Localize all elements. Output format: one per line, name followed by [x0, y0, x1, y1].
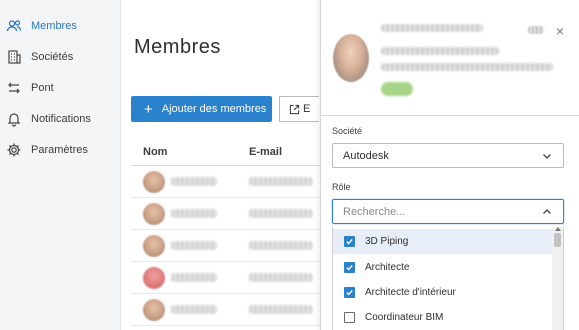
redacted-email	[249, 273, 313, 282]
redacted-member-name	[381, 24, 483, 32]
table-row[interactable]	[131, 198, 321, 230]
sidebar-item-membres[interactable]: Membres	[0, 13, 121, 39]
scrollbar-thumb[interactable]	[554, 233, 561, 247]
redacted-name	[171, 177, 217, 186]
building-icon	[5, 48, 23, 66]
redacted-member-email	[381, 63, 553, 71]
plus-icon: +	[144, 100, 153, 118]
sidebar-item-label: Notifications	[31, 113, 91, 125]
checkbox-checked-icon[interactable]	[344, 287, 355, 298]
add-members-label: Ajouter des membres	[161, 103, 267, 115]
sidebar-item-pont[interactable]: Pont	[0, 75, 121, 101]
role-option-architecte[interactable]: Architecte	[333, 255, 553, 280]
table-row[interactable]	[131, 262, 321, 294]
avatar	[143, 267, 165, 289]
page-title: Membres	[134, 36, 221, 58]
role-option-3d-piping[interactable]: 3D Piping	[333, 229, 553, 254]
sidebar-item-label: Membres	[31, 20, 77, 32]
gear-icon	[5, 141, 23, 159]
add-members-button[interactable]: + Ajouter des membres	[131, 96, 272, 122]
more-options-icon[interactable]	[528, 26, 544, 34]
sidebar-item-label: Paramètres	[31, 144, 88, 156]
redacted-name	[171, 241, 217, 250]
company-label: Société	[332, 126, 363, 136]
table-row[interactable]	[131, 166, 321, 198]
chevron-up-icon[interactable]	[541, 206, 553, 218]
role-list-scrollbar[interactable]	[552, 227, 563, 330]
role-option-label: Architecte d'intérieur	[365, 287, 456, 298]
avatar	[143, 235, 165, 257]
role-options-list: 3D Piping Architecte Architecte d'intéri…	[332, 227, 564, 330]
member-avatar	[333, 34, 369, 82]
users-icon	[5, 17, 23, 35]
role-option-architecte-interieur[interactable]: Architecte d'intérieur	[333, 280, 553, 305]
role-option-coordinateur-bim[interactable]: Coordinateur BIM	[333, 305, 553, 330]
checkbox-checked-icon[interactable]	[344, 236, 355, 247]
column-header-name[interactable]: Nom	[143, 146, 167, 158]
checkbox-unchecked-icon[interactable]	[344, 312, 355, 323]
scroll-up-arrow-icon[interactable]	[555, 227, 561, 231]
redacted-name	[171, 305, 217, 314]
role-option-label: Architecte	[365, 262, 410, 273]
company-select[interactable]: Autodesk	[332, 143, 564, 168]
sidebar-item-notifications[interactable]: Notifications	[0, 106, 121, 132]
status-badge	[381, 82, 413, 96]
sidebar-item-label: Pont	[31, 82, 54, 94]
table-row[interactable]	[131, 294, 321, 326]
main-content: Membres + Ajouter des membres E Nom E-ma…	[121, 0, 321, 330]
close-icon[interactable]: ×	[553, 24, 567, 38]
role-search-placeholder: Recherche...	[343, 205, 406, 218]
redacted-email	[249, 209, 313, 218]
export-label: E	[303, 103, 311, 115]
chevron-down-icon	[543, 154, 551, 159]
export-button[interactable]: E	[279, 96, 319, 122]
sidebar-item-label: Sociétés	[31, 51, 74, 63]
company-select-value: Autodesk	[343, 149, 389, 162]
table-row[interactable]	[131, 230, 321, 262]
sidebar-item-parametres[interactable]: Paramètres	[0, 137, 121, 163]
redacted-email	[249, 177, 313, 186]
member-profile-header: ×	[321, 0, 579, 116]
redacted-member-company	[381, 47, 499, 55]
avatar	[143, 171, 165, 193]
export-icon	[289, 104, 300, 114]
column-header-email[interactable]: E-mail	[249, 146, 282, 158]
bell-icon	[5, 110, 23, 128]
bridge-arrows-icon	[5, 79, 23, 97]
avatar	[143, 203, 165, 225]
role-label: Rôle	[332, 182, 351, 192]
table-header: Nom E-mail	[131, 134, 321, 166]
redacted-name	[171, 209, 217, 218]
role-option-label: 3D Piping	[365, 236, 409, 247]
checkbox-checked-icon[interactable]	[344, 262, 355, 273]
sidebar: Membres Sociétés Pont Notifications Para…	[0, 0, 121, 330]
redacted-email	[249, 305, 313, 314]
sidebar-item-societes[interactable]: Sociétés	[0, 44, 121, 70]
redacted-name	[171, 273, 217, 282]
avatar	[143, 299, 165, 321]
role-option-label: Coordinateur BIM	[365, 312, 444, 323]
member-detail-panel: × Société Autodesk Rôle Recherche... 3D …	[320, 0, 579, 330]
redacted-email	[249, 241, 313, 250]
role-search-input[interactable]: Recherche...	[332, 199, 564, 224]
